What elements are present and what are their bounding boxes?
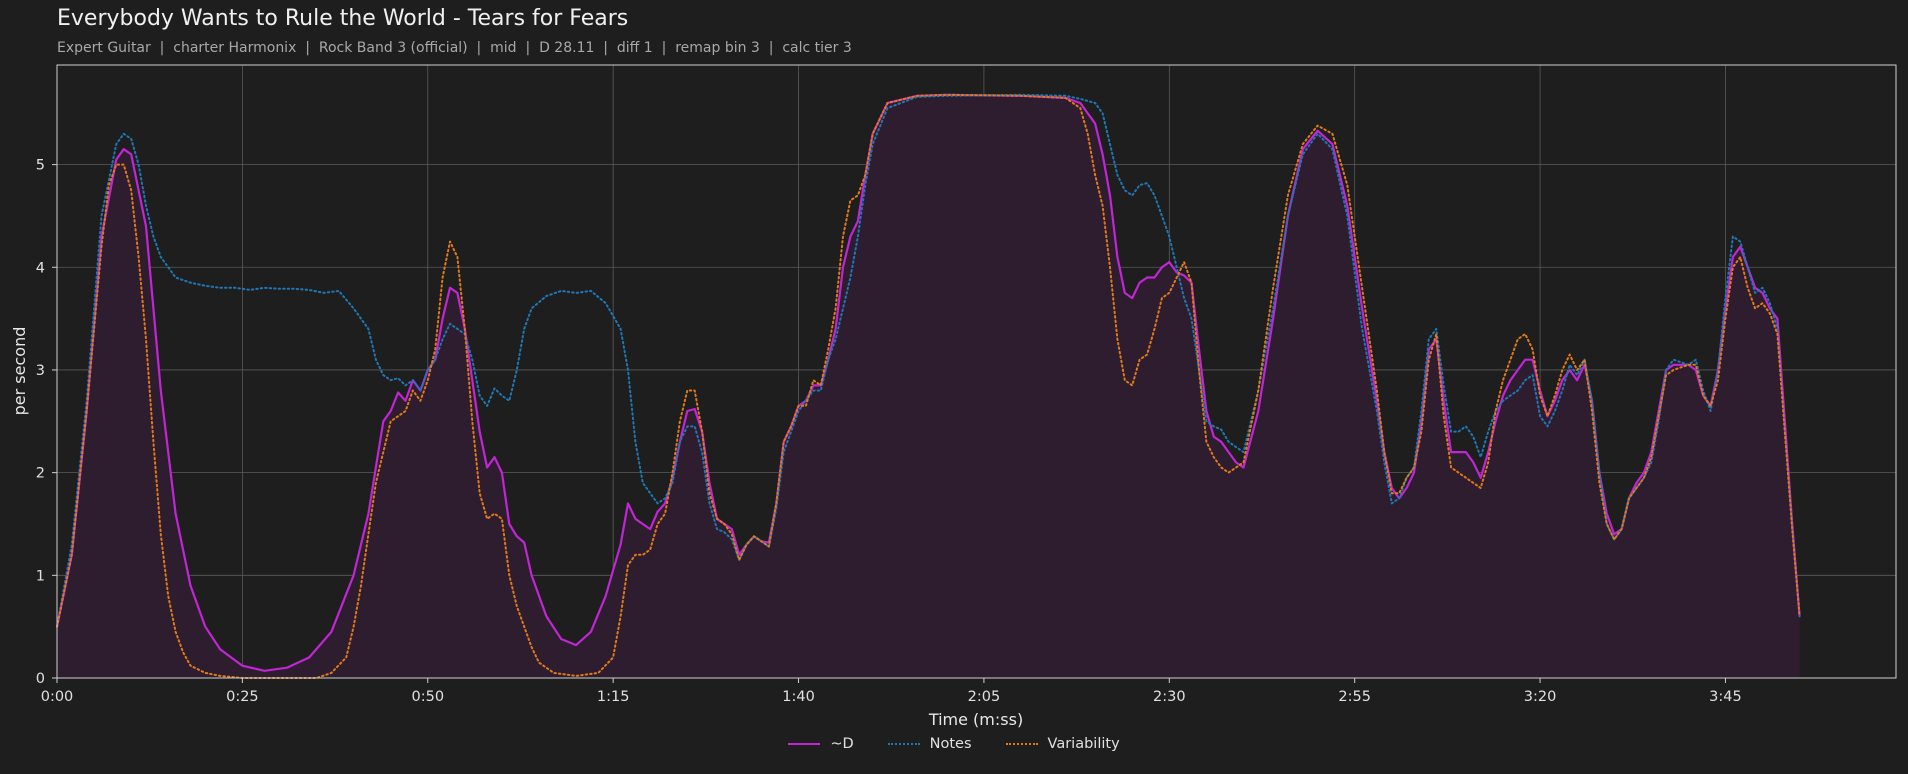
legend-swatch-variability (1005, 743, 1038, 745)
legend-label-variability: Variability (1047, 736, 1120, 752)
legend-item-variability: Variability (1005, 736, 1120, 752)
y-tick-label: 1 (36, 568, 45, 584)
x-tick-label: 2:55 (1338, 689, 1371, 705)
x-tick-label: 0:25 (226, 689, 259, 705)
x-tick-label: 3:20 (1524, 689, 1557, 705)
x-axis-ticks: 0:00 0:25 0:50 1:15 1:40 2:05 2:30 2:55 3:20 3:45 (41, 678, 1742, 705)
y-tick-label: 2 (36, 466, 45, 482)
x-tick-label: 0:00 (41, 689, 74, 705)
chart-svg: 0:00 0:25 0:50 1:15 1:40 2:05 2:30 2:55 3:20 3:45… (10, 64, 1897, 729)
x-tick-label: 2:30 (1153, 689, 1186, 705)
legend-label-notes: Notes (929, 736, 972, 752)
legend-item-notes: Notes (887, 736, 972, 752)
y-tick-label: 3 (36, 363, 45, 379)
y-axis-ticks: 0 1 2 3 4 5 (36, 158, 57, 687)
legend-item-d: ~D (788, 736, 854, 752)
y-tick-label: 0 (36, 671, 45, 687)
x-axis-label: Time (m:ss) (928, 710, 1023, 729)
y-axis-label: per second (10, 327, 29, 416)
legend-swatch-d (788, 743, 821, 745)
legend-swatch-notes (887, 743, 920, 745)
legend-label-d: ~D (830, 736, 854, 752)
x-tick-label: 1:15 (597, 689, 630, 705)
x-tick-label: 3:45 (1709, 689, 1742, 705)
y-tick-label: 5 (36, 158, 45, 174)
x-tick-label: 2:05 (968, 689, 1001, 705)
x-tick-label: 1:40 (782, 689, 815, 705)
legend: ~D Notes Variability (0, 736, 1908, 752)
y-tick-label: 4 (36, 260, 45, 276)
x-tick-label: 0:50 (411, 689, 444, 705)
